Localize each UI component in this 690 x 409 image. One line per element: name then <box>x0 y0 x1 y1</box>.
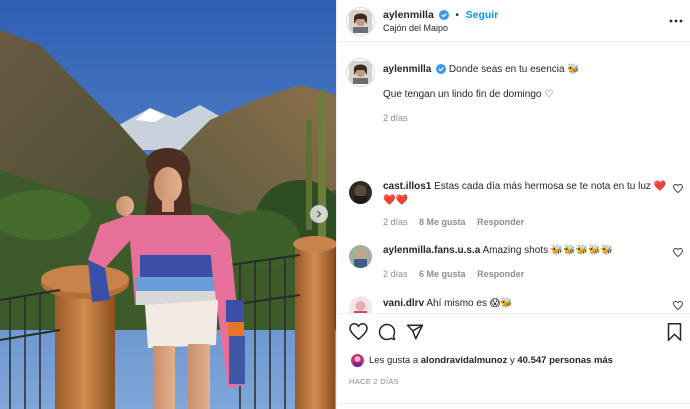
avatar[interactable] <box>349 245 372 268</box>
header-username[interactable]: aylenmilla <box>383 9 434 21</box>
comment-text: aylenmilla.fans.u.s.a Amazing shots 🐝🐝🐝🐝… <box>383 245 614 256</box>
post-image <box>0 0 336 409</box>
caption-username[interactable]: aylenmilla <box>383 64 431 75</box>
comment-username[interactable]: vani.dlrv <box>383 298 424 309</box>
heart-icon[interactable] <box>349 322 368 343</box>
comment-likes[interactable]: 6 Me gusta <box>419 269 466 279</box>
heart-icon[interactable] <box>673 300 683 313</box>
post-photo[interactable] <box>0 0 336 409</box>
caption-text: Donde seas en tu esencia 🐝 <box>448 64 580 75</box>
avatar[interactable] <box>351 354 364 367</box>
comment-time: 2 días <box>383 217 408 227</box>
more-options-icon[interactable] <box>669 15 683 26</box>
comment-time: 2 días <box>383 269 408 279</box>
heart-icon[interactable] <box>673 247 683 260</box>
comment-meta: 2 días 8 Me gusta Responder <box>383 217 533 227</box>
post-timestamp[interactable]: HACE 2 DÍAS <box>349 377 399 386</box>
avatar[interactable] <box>349 296 372 313</box>
bookmark-icon[interactable] <box>667 323 682 344</box>
avatar[interactable] <box>346 58 375 87</box>
comments-list[interactable]: aylenmilla Donde seas en tu esencia 🐝 Qu… <box>337 43 690 313</box>
post-side-panel: aylenmilla • Seguir Cajón del Maipo ayle… <box>336 0 690 409</box>
comment-text: vani.dlrv Ahí mismo es 😱🐝 <box>383 298 513 309</box>
verified-badge-icon <box>438 10 449 23</box>
liker-username[interactable]: alondravidalmunoz <box>421 355 508 366</box>
heart-icon[interactable] <box>673 183 683 196</box>
verified-badge-icon <box>436 64 447 79</box>
caption-line-2: Que tengan un lindo fin de domingo ♡ <box>383 89 554 100</box>
avatar[interactable] <box>349 181 372 204</box>
comment-text: cast.illos1 Estas cada día más hermosa s… <box>383 181 667 206</box>
caption-time: 2 días <box>383 113 408 123</box>
carousel-next-button[interactable] <box>310 205 328 223</box>
reply-button[interactable]: Responder <box>477 217 524 227</box>
likes-count[interactable]: 40.547 personas más <box>517 355 613 366</box>
add-comment-bar[interactable] <box>337 403 690 409</box>
comment-meta: 2 días 6 Me gusta Responder <box>383 269 533 279</box>
comment-username[interactable]: cast.illos1 <box>383 181 431 192</box>
comment-likes[interactable]: 8 Me gusta <box>419 217 466 227</box>
post-header: aylenmilla • Seguir Cajón del Maipo <box>337 0 690 42</box>
action-bar: Les gusta a alondravidalmunoz y 40.547 p… <box>337 313 690 409</box>
avatar[interactable] <box>346 7 375 36</box>
share-icon[interactable] <box>406 323 424 344</box>
reply-button[interactable]: Responder <box>477 269 524 279</box>
location-link[interactable]: Cajón del Maipo <box>383 23 448 33</box>
likes-summary: Les gusta a alondravidalmunoz y 40.547 p… <box>351 354 613 367</box>
header-separator: • <box>455 10 459 21</box>
comment-icon[interactable] <box>378 323 396 344</box>
caption-line-1: aylenmilla Donde seas en tu esencia 🐝 <box>383 63 668 79</box>
chevron-right-icon <box>317 210 322 218</box>
comment-username[interactable]: aylenmilla.fans.u.s.a <box>383 245 480 256</box>
follow-button[interactable]: Seguir <box>466 9 499 21</box>
